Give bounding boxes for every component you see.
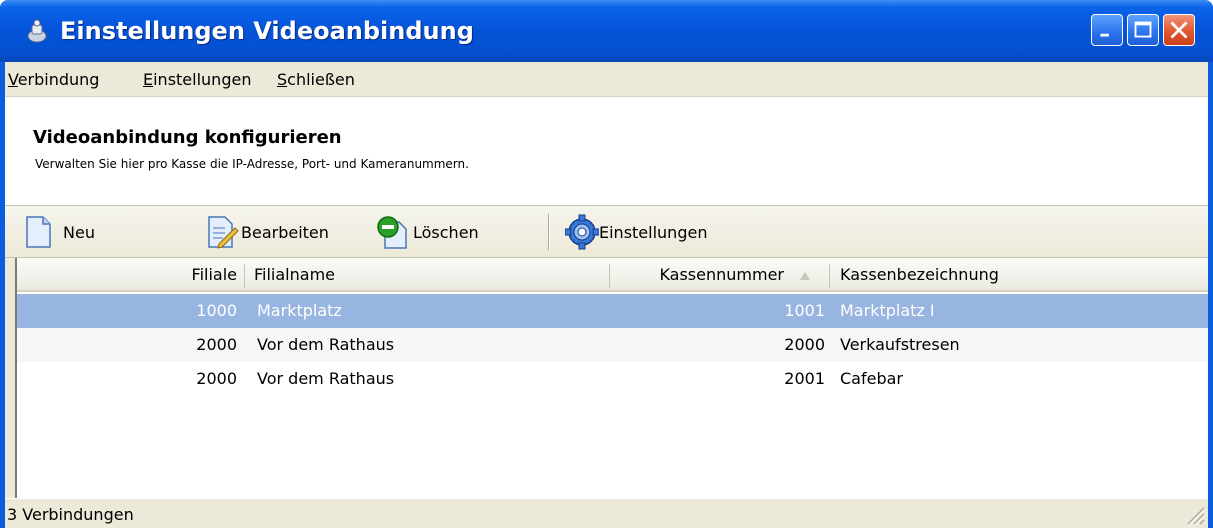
cell-filiale: 2000 bbox=[196, 335, 237, 354]
cell-kassennummer: 2001 bbox=[784, 369, 825, 388]
window-client-area: Verbindung Einstellungen Schließen Video… bbox=[5, 62, 1208, 528]
new-document-icon bbox=[26, 216, 51, 248]
header-panel: Videoanbindung konfigurieren Verwalten S… bbox=[5, 96, 1208, 206]
toolbar-separator bbox=[548, 214, 550, 250]
cell-filiale: 2000 bbox=[196, 369, 237, 388]
menu-label: instellungen bbox=[153, 70, 252, 89]
table-row[interactable]: 1000 Marktplatz 1001 Marktplatz I bbox=[17, 294, 1208, 328]
cell-kassenbezeichnung: Verkaufstresen bbox=[840, 335, 960, 354]
menu-label: erbindung bbox=[17, 70, 100, 89]
menu-mnemonic: V bbox=[8, 70, 18, 89]
menu-einstellungen[interactable]: Einstellungen bbox=[143, 68, 251, 92]
cell-filialname: Marktplatz bbox=[257, 301, 342, 320]
menu-schliessen[interactable]: Schließen bbox=[277, 68, 355, 92]
menu-bar: Verbindung Einstellungen Schließen bbox=[5, 62, 1208, 96]
settings-button[interactable]: Einstellungen bbox=[565, 212, 707, 252]
table-row[interactable]: 2000 Vor dem Rathaus 2000 Verkaufstresen bbox=[17, 328, 1208, 362]
application-window: Einstellungen Videoanbindung Verbindung … bbox=[0, 0, 1213, 528]
minimize-icon bbox=[1100, 33, 1109, 37]
menu-verbindung[interactable]: Verbindung bbox=[8, 68, 99, 92]
menu-label: chließen bbox=[287, 70, 355, 89]
status-bar: 3 Verbindungen bbox=[5, 498, 1208, 528]
minimize-button[interactable] bbox=[1091, 14, 1123, 46]
delete-button[interactable]: Löschen bbox=[375, 212, 479, 252]
cell-kassenbezeichnung: Marktplatz I bbox=[840, 301, 935, 320]
resize-grip-icon[interactable] bbox=[1182, 502, 1206, 526]
close-icon bbox=[1170, 21, 1188, 39]
column-separator[interactable] bbox=[829, 264, 830, 288]
column-separator[interactable] bbox=[244, 264, 245, 288]
cell-kassenbezeichnung: Cafebar bbox=[840, 369, 903, 388]
status-text: 3 Verbindungen bbox=[7, 505, 134, 524]
page-title: Videoanbindung konfigurieren bbox=[33, 127, 342, 148]
edit-button-label: Bearbeiten bbox=[241, 222, 329, 242]
cell-filialname: Vor dem Rathaus bbox=[257, 369, 395, 388]
delete-button-label: Löschen bbox=[413, 222, 479, 242]
settings-button-label: Einstellungen bbox=[599, 222, 708, 242]
menu-mnemonic: E bbox=[143, 70, 154, 89]
new-button-label: Neu bbox=[63, 222, 95, 242]
gear-icon bbox=[565, 214, 599, 250]
cell-kassennummer: 1001 bbox=[784, 301, 825, 320]
column-header-filiale[interactable]: Filiale bbox=[17, 258, 237, 292]
edit-button[interactable]: Bearbeiten bbox=[205, 212, 329, 252]
column-header-kassenbezeichnung[interactable]: Kassenbezeichnung bbox=[840, 258, 1140, 292]
title-bar[interactable]: Einstellungen Videoanbindung bbox=[0, 0, 1213, 62]
table-row[interactable]: 2000 Vor dem Rathaus 2001 Cafebar bbox=[17, 362, 1208, 396]
connections-table: Filiale Filialname Kassennummer Kassenbe… bbox=[15, 258, 1208, 498]
delete-icon bbox=[377, 216, 407, 249]
cell-filiale: 1000 bbox=[196, 301, 237, 320]
column-header-kassennummer[interactable]: Kassennummer bbox=[609, 258, 784, 292]
sort-ascending-icon bbox=[800, 272, 810, 280]
page-subtitle: Verwalten Sie hier pro Kasse die IP-Adre… bbox=[35, 157, 469, 171]
window-title: Einstellungen Videoanbindung bbox=[60, 17, 474, 45]
cell-kassennummer: 2000 bbox=[784, 335, 825, 354]
app-icon bbox=[27, 19, 47, 43]
menu-mnemonic: S bbox=[277, 70, 288, 89]
edit-document-icon bbox=[208, 216, 239, 249]
maximize-button[interactable] bbox=[1127, 14, 1159, 46]
toolbar: Neu Bearbeiten Löschen Einstellungen bbox=[5, 206, 1208, 258]
new-button[interactable]: Neu bbox=[21, 212, 95, 252]
cell-filialname: Vor dem Rathaus bbox=[257, 335, 395, 354]
close-button[interactable] bbox=[1163, 14, 1195, 46]
column-header-filialname[interactable]: Filialname bbox=[254, 258, 604, 292]
maximize-icon bbox=[1134, 21, 1152, 38]
table-header: Filiale Filialname Kassennummer Kassenbe… bbox=[17, 258, 1208, 292]
